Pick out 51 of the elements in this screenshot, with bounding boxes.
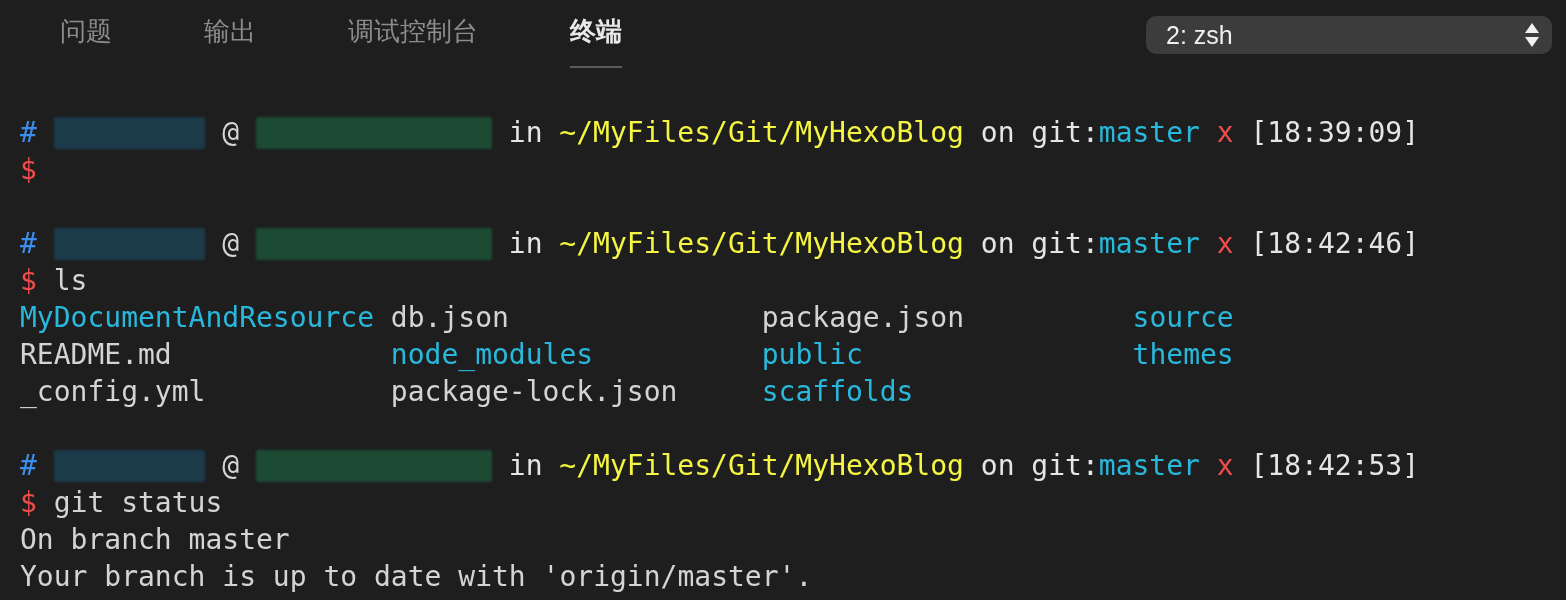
- directory-name: themes: [1132, 337, 1235, 373]
- command-text: ls: [53, 263, 88, 299]
- file-name: db.json: [390, 300, 510, 336]
- prompt-symbol: $: [20, 485, 37, 521]
- prompt-path: ~/MyFiles/Git/MyHexoBlog: [559, 448, 964, 484]
- directory-name: MyDocumentAndResource: [20, 300, 375, 336]
- git-label: git:: [1031, 226, 1099, 262]
- file-name: README.md: [20, 337, 173, 373]
- directory-name: node_modules: [390, 337, 595, 373]
- prompt-hash: #: [20, 115, 37, 151]
- prompt-time: [18:42:46]: [1250, 226, 1420, 262]
- prompt-hash: #: [20, 226, 37, 262]
- git-branch: master: [1098, 448, 1200, 484]
- git-branch: master: [1098, 115, 1200, 151]
- stepper-icon: [1524, 22, 1540, 48]
- prompt-word: on: [980, 226, 1015, 262]
- file-name: package-lock.json: [390, 374, 679, 410]
- prompt-time: [18:39:09]: [1250, 115, 1420, 151]
- prompt-word: on: [980, 115, 1015, 151]
- prompt-at: @: [222, 115, 240, 151]
- dirty-mark: x: [1216, 115, 1234, 151]
- prompt-path: ~/MyFiles/Git/MyHexoBlog: [559, 115, 964, 151]
- prompt-hash: #: [20, 448, 37, 484]
- prompt-at: @: [222, 448, 240, 484]
- terminal-select[interactable]: 2: zsh: [1146, 16, 1552, 54]
- directory-name: scaffolds: [761, 374, 915, 410]
- output-line: Your branch is up to date with 'origin/master'.: [20, 559, 813, 595]
- prompt-word: on: [980, 448, 1015, 484]
- dirty-mark: x: [1216, 226, 1234, 262]
- git-label: git:: [1031, 115, 1099, 151]
- prompt-word: in: [508, 226, 543, 262]
- panel-tab[interactable]: 问题: [60, 0, 112, 68]
- prompt-symbol: $: [20, 263, 37, 299]
- file-name: package.json: [761, 300, 965, 336]
- output-line: On branch master: [20, 522, 290, 558]
- prompt-symbol: $: [20, 152, 37, 188]
- git-label: git:: [1031, 448, 1099, 484]
- directory-name: source: [1132, 300, 1235, 336]
- file-name: _config.yml: [20, 374, 207, 410]
- command-text: git status: [53, 485, 223, 521]
- prompt-time: [18:42:53]: [1250, 448, 1420, 484]
- prompt-word: in: [508, 448, 543, 484]
- panel-tab[interactable]: 调试控制台: [348, 0, 478, 68]
- git-branch: master: [1098, 226, 1200, 262]
- panel-tab[interactable]: 输出: [204, 0, 256, 68]
- prompt-word: in: [508, 115, 543, 151]
- prompt-path: ~/MyFiles/Git/MyHexoBlog: [559, 226, 964, 262]
- panel-tab[interactable]: 终端: [570, 0, 622, 68]
- dirty-mark: x: [1216, 448, 1234, 484]
- directory-name: public: [761, 337, 864, 373]
- prompt-at: @: [222, 226, 240, 262]
